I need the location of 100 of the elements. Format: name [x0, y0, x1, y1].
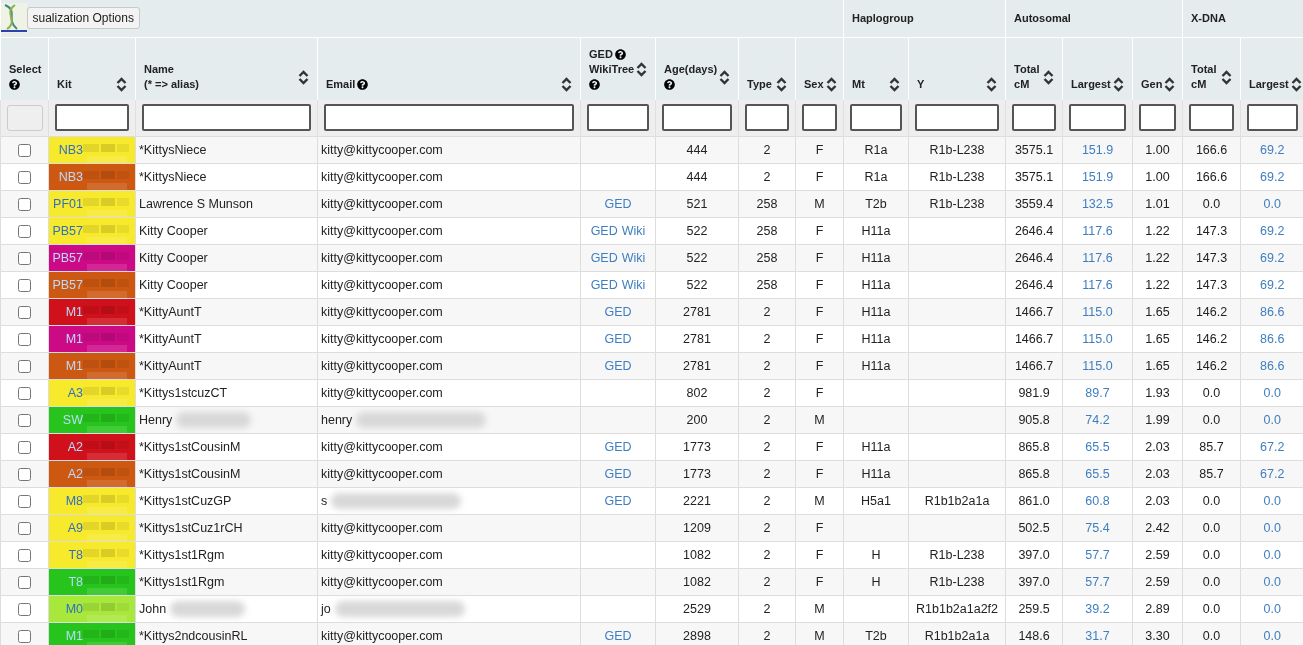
link[interactable]: GED — [604, 353, 632, 379]
kit-id[interactable]: A3 — [67, 384, 83, 401]
value-link[interactable]: 65.5 — [1085, 466, 1110, 481]
sort-icon[interactable] — [1221, 69, 1233, 85]
value-link[interactable]: 115.0 — [1082, 331, 1113, 346]
value-link[interactable]: 31.7 — [1085, 628, 1110, 643]
kit-id[interactable]: M1 — [65, 357, 83, 374]
filter-field[interactable] — [55, 104, 129, 132]
value-link[interactable]: 39.2 — [1085, 601, 1110, 616]
row-checkbox[interactable] — [18, 386, 31, 400]
value-link[interactable]: 57.7 — [1085, 574, 1110, 589]
sort-icon[interactable] — [1113, 77, 1124, 92]
kit-id[interactable]: A9 — [67, 519, 83, 536]
value-link[interactable]: 0.0 — [1263, 196, 1281, 211]
kit-id[interactable]: T8 — [68, 546, 83, 563]
link[interactable]: GED — [604, 299, 632, 325]
row-checkbox[interactable] — [18, 143, 31, 157]
value-link[interactable]: 132.5 — [1081, 196, 1114, 211]
help-icon[interactable] — [614, 49, 626, 60]
value-link[interactable]: 86.6 — [1260, 304, 1285, 319]
kit-id[interactable]: A2 — [67, 465, 83, 482]
kit-id[interactable]: PB57 — [52, 276, 83, 293]
value-link[interactable]: 151.9 — [1081, 142, 1114, 157]
row-checkbox[interactable] — [18, 197, 31, 211]
row-checkbox[interactable] — [18, 467, 31, 481]
value-link[interactable]: 69.2 — [1260, 277, 1285, 292]
link[interactable]: GED — [590, 218, 618, 244]
filter-field[interactable] — [802, 104, 837, 132]
kit-id[interactable]: PF01 — [53, 195, 83, 212]
value-link[interactable]: 67.2 — [1260, 439, 1285, 454]
filter-field[interactable] — [142, 104, 311, 132]
value-link[interactable]: 60.8 — [1085, 493, 1110, 508]
filter-field[interactable] — [587, 104, 649, 132]
sort-icon[interactable] — [986, 77, 997, 92]
filter-field[interactable] — [324, 104, 574, 132]
value-link[interactable]: 151.9 — [1081, 169, 1114, 184]
link[interactable]: Wiki — [621, 272, 646, 298]
row-checkbox[interactable] — [18, 278, 31, 292]
link[interactable]: GED — [604, 461, 632, 487]
link[interactable]: GED — [604, 191, 632, 217]
value-link[interactable]: 69.2 — [1260, 250, 1285, 265]
row-checkbox[interactable] — [18, 494, 31, 508]
filter-field[interactable] — [1189, 104, 1235, 132]
value-link[interactable]: 86.6 — [1260, 358, 1285, 373]
sort-icon[interactable] — [1043, 69, 1054, 85]
filter-field[interactable] — [1069, 104, 1126, 132]
value-link[interactable]: 0.0 — [1263, 574, 1281, 589]
row-checkbox[interactable] — [18, 575, 31, 589]
help-icon[interactable] — [664, 79, 675, 90]
value-link[interactable]: 69.2 — [1260, 142, 1285, 157]
filter-field[interactable] — [745, 104, 789, 132]
value-link[interactable]: 0.0 — [1263, 412, 1281, 427]
value-link[interactable]: 65.5 — [1085, 439, 1110, 454]
kit-id[interactable]: NB3 — [58, 141, 83, 158]
sort-icon[interactable] — [1290, 77, 1302, 92]
filter-field[interactable] — [1139, 104, 1177, 132]
row-checkbox[interactable] — [18, 359, 31, 373]
value-link[interactable]: 115.0 — [1082, 304, 1113, 319]
sort-icon[interactable] — [561, 77, 572, 92]
value-link[interactable]: 115.0 — [1082, 358, 1113, 373]
kit-id[interactable]: M0 — [65, 600, 83, 617]
value-link[interactable]: 67.2 — [1260, 466, 1285, 481]
help-icon[interactable] — [357, 79, 369, 90]
link[interactable]: GED — [604, 326, 632, 352]
sort-icon[interactable] — [825, 77, 837, 92]
row-checkbox[interactable] — [18, 305, 31, 319]
link[interactable]: Wiki — [621, 245, 646, 271]
value-link[interactable]: 0.0 — [1263, 628, 1281, 643]
value-link[interactable]: 69.2 — [1260, 223, 1285, 238]
row-checkbox[interactable] — [18, 548, 31, 562]
value-link[interactable]: 0.0 — [1263, 520, 1281, 535]
link[interactable]: GED — [604, 623, 632, 645]
value-link[interactable]: 117.6 — [1082, 250, 1113, 265]
link[interactable]: GED — [604, 488, 632, 514]
value-link[interactable]: 69.2 — [1260, 169, 1285, 184]
row-checkbox[interactable] — [18, 170, 31, 184]
sort-icon[interactable] — [776, 77, 787, 92]
kit-id[interactable]: M1 — [65, 303, 83, 320]
sort-icon[interactable] — [636, 62, 648, 77]
value-link[interactable]: 89.7 — [1085, 385, 1110, 400]
kit-id[interactable]: A2 — [67, 438, 83, 455]
kit-id[interactable]: M1 — [65, 330, 83, 347]
row-checkbox[interactable] — [18, 440, 31, 454]
kit-id[interactable]: NB3 — [58, 168, 83, 185]
filter-field[interactable] — [850, 104, 902, 132]
filter-field[interactable] — [1247, 104, 1298, 132]
filter-field[interactable] — [1012, 104, 1056, 132]
row-checkbox[interactable] — [18, 521, 31, 535]
kit-id[interactable]: PB57 — [52, 222, 83, 239]
value-link[interactable]: 74.2 — [1085, 412, 1110, 427]
sort-icon[interactable] — [889, 77, 900, 92]
link[interactable]: GED — [604, 434, 632, 460]
value-link[interactable]: 75.4 — [1085, 520, 1110, 535]
row-checkbox[interactable] — [18, 413, 31, 427]
row-checkbox[interactable] — [18, 629, 31, 643]
filter-field[interactable] — [662, 104, 732, 132]
row-checkbox[interactable] — [18, 332, 31, 346]
filter-field[interactable] — [915, 104, 999, 132]
value-link[interactable]: 117.6 — [1082, 223, 1113, 238]
value-link[interactable]: 86.6 — [1260, 331, 1285, 346]
